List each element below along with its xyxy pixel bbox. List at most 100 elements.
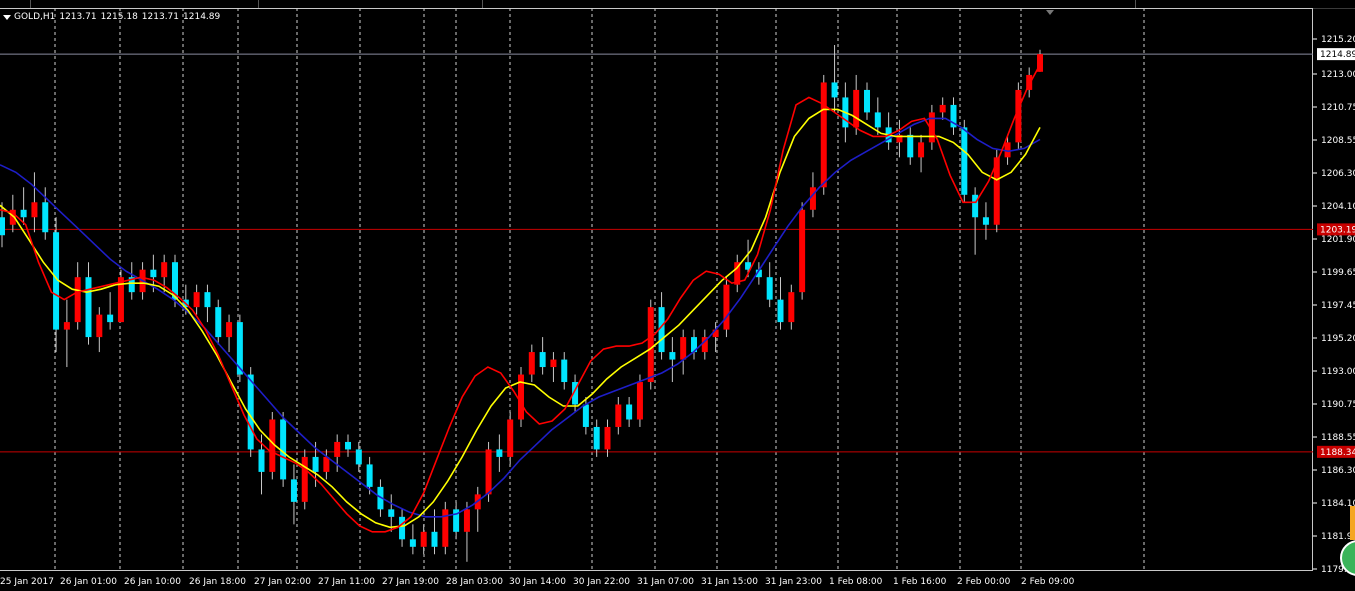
price-label: 1190.75 — [1321, 400, 1355, 410]
candle-body — [518, 374, 524, 420]
vertical-grid-lines — [54, 8, 1145, 571]
candle-body — [463, 509, 470, 532]
time-label: 30 Jan 14:00 — [509, 577, 566, 587]
time-label: 31 Jan 07:00 — [637, 577, 694, 587]
time-label: 2 Feb 00:00 — [957, 577, 1011, 587]
horizontal-levels — [0, 53, 1313, 453]
candle-body — [204, 292, 211, 308]
candle-body — [961, 127, 968, 195]
candle-body — [831, 82, 838, 98]
candle-body — [982, 217, 989, 225]
ma-slow-line — [0, 117, 1041, 518]
candle-body — [496, 449, 503, 457]
candle-body — [258, 449, 265, 472]
time-label: 28 Jan 03:00 — [446, 577, 503, 587]
candle-body — [550, 359, 557, 368]
time-label: 26 Jan 01:00 — [60, 577, 117, 587]
candle-body — [788, 292, 795, 323]
candle-body — [820, 82, 827, 188]
candle-body — [593, 426, 600, 450]
candle-body — [864, 89, 870, 113]
time-label: 27 Jan 19:00 — [382, 577, 439, 587]
candle-body — [853, 89, 860, 128]
candle-body — [582, 404, 589, 427]
candle-body — [85, 277, 92, 338]
candle-body — [874, 112, 881, 128]
price-label: 1206.30 — [1321, 169, 1355, 179]
candle-body — [345, 441, 351, 450]
candle-body — [766, 277, 773, 300]
candle-body — [604, 426, 611, 450]
candle-body — [615, 404, 622, 427]
candle-body — [420, 531, 427, 547]
candle-body — [409, 539, 416, 547]
candle-body — [193, 292, 200, 308]
candle-body — [680, 337, 687, 360]
price-label: 1188.55 — [1321, 433, 1355, 443]
price-label: 1215.20 — [1321, 35, 1355, 45]
time-label: 25 Jan 2017 — [0, 577, 54, 587]
price-axis: 1215.20 1213.00 1210.75 1208.55 1206.30 1204.… — [1313, 35, 1355, 575]
candle-body — [399, 516, 406, 540]
candle-body — [107, 314, 114, 323]
price-label: 1213.00 — [1321, 70, 1355, 80]
price-label: 1186.30 — [1321, 466, 1355, 476]
candle-body — [539, 352, 546, 368]
price-label: 1199.65 — [1321, 268, 1355, 278]
candle-body — [301, 456, 308, 502]
candle-body — [809, 187, 816, 210]
moving-averages — [0, 64, 1041, 533]
candle-body — [20, 209, 27, 218]
level-1-label: 1203.19 — [1320, 225, 1355, 235]
candle-body — [388, 509, 395, 517]
shift-marker-icon[interactable] — [1046, 10, 1054, 15]
candle-body — [150, 269, 157, 278]
candlestick-chart[interactable]: 1215.20 1213.00 1210.75 1208.55 1206.30 1204.… — [0, 0, 1355, 591]
time-label: 26 Jan 10:00 — [124, 577, 181, 587]
candle-body — [777, 299, 784, 323]
candle-body — [626, 404, 633, 420]
time-label: 1 Feb 16:00 — [893, 577, 947, 587]
current-price-label: 1214.89 — [1320, 50, 1355, 60]
price-label: 1204.10 — [1321, 202, 1355, 212]
time-label: 30 Jan 22:00 — [573, 577, 630, 587]
time-label: 27 Jan 11:00 — [318, 577, 375, 587]
candle-body — [939, 104, 946, 113]
candle-body — [647, 307, 654, 383]
time-label: 31 Jan 23:00 — [765, 577, 822, 587]
candle-body — [0, 217, 5, 236]
time-label: 2 Feb 09:00 — [1021, 577, 1075, 587]
candle-body — [96, 314, 103, 338]
candle-body — [528, 352, 535, 375]
candle-body — [907, 134, 914, 158]
price-label: 1195.20 — [1321, 334, 1355, 344]
candle-body — [74, 277, 81, 323]
candle-body — [290, 479, 297, 502]
candle-body — [161, 262, 168, 278]
candle-body — [31, 202, 38, 218]
candles — [0, 44, 1043, 562]
candle-body — [485, 449, 492, 495]
candle-body — [918, 142, 925, 158]
candle-body — [723, 284, 730, 330]
candle-body — [215, 307, 222, 338]
time-axis: 25 Jan 2017 26 Jan 01:00 26 Jan 10:00 26 Ja… — [0, 577, 1075, 587]
candle-body — [1004, 142, 1011, 158]
candle-body — [63, 322, 70, 330]
price-label: 1193.00 — [1321, 367, 1355, 377]
time-label: 31 Jan 15:00 — [701, 577, 758, 587]
price-label: 1210.75 — [1321, 103, 1355, 113]
candle-body — [636, 382, 643, 420]
candle-body — [561, 359, 568, 383]
time-label: 1 Feb 08:00 — [829, 577, 883, 587]
candle-body — [799, 209, 806, 293]
candle-body — [226, 322, 233, 338]
ma-mid-line — [0, 108, 1041, 529]
time-label: 27 Jan 02:00 — [254, 577, 311, 587]
candle-body — [355, 449, 362, 465]
candle-body — [972, 194, 979, 218]
candle-body — [507, 419, 514, 457]
candle-body — [42, 202, 49, 233]
candle-body — [1015, 89, 1022, 143]
price-label: 1197.45 — [1321, 301, 1355, 311]
